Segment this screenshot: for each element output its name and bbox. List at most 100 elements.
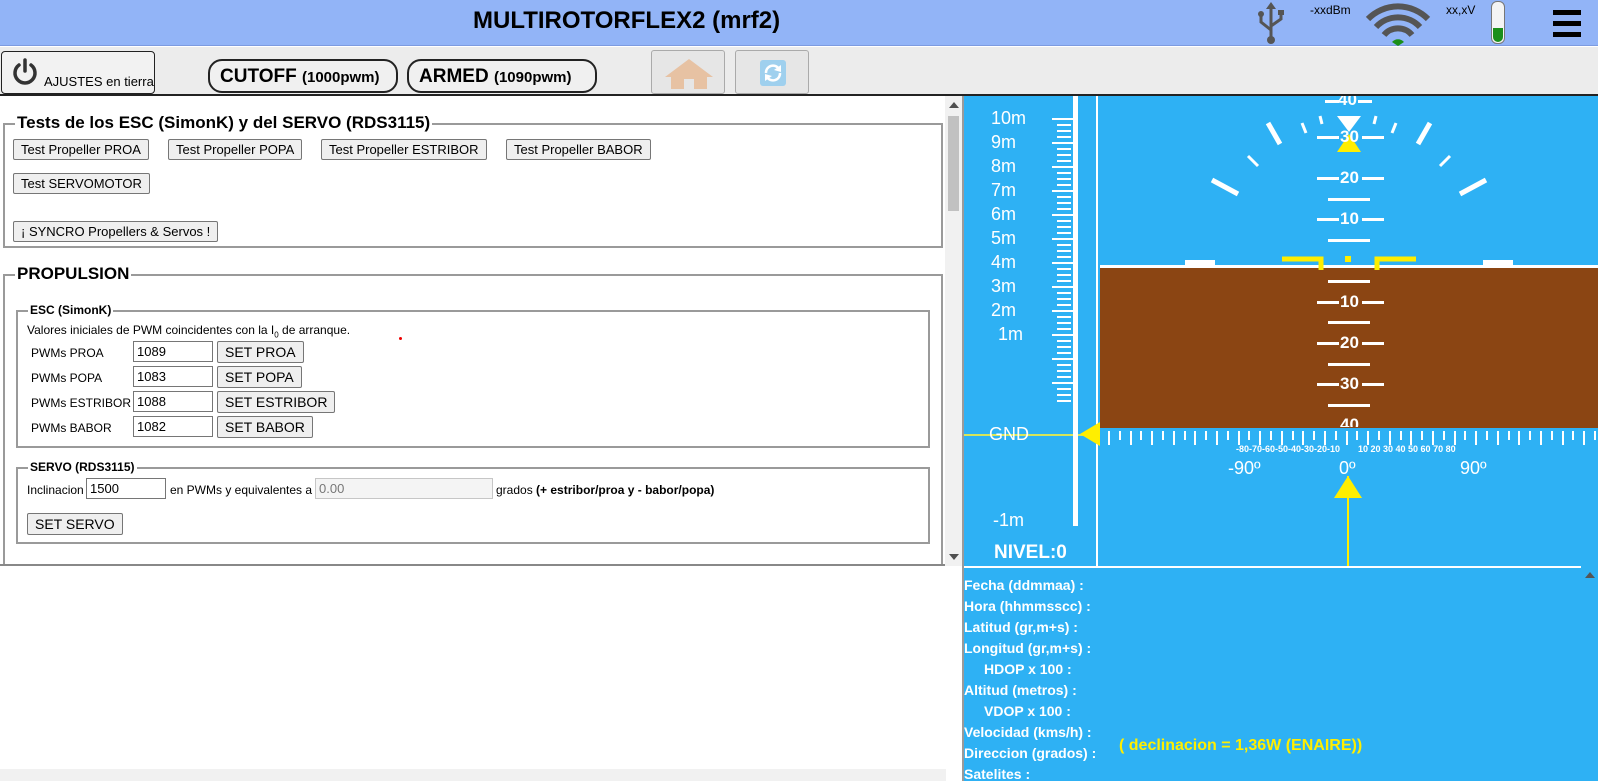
toolbar: AJUSTES en tierra CUTOFF (1000pwm) ARMED…	[0, 47, 1598, 96]
menu-icon[interactable]	[1553, 10, 1581, 40]
roll-tick	[1486, 431, 1488, 440]
pwm-babor-input[interactable]: 1082	[133, 416, 213, 437]
altimeter-tick	[1052, 262, 1073, 264]
test-popa-button[interactable]: Test Propeller POPA	[168, 139, 303, 160]
power-icon	[13, 58, 37, 85]
set-proa-button[interactable]: SET PROA	[217, 341, 304, 363]
pwm-estribor-input[interactable]: 1088	[133, 391, 213, 412]
test-servomotor-button[interactable]: Test SERVOMOTOR	[13, 173, 150, 194]
pwm-proa-input[interactable]: 1089	[133, 341, 213, 362]
inclinacion-input[interactable]: 1500	[86, 478, 166, 499]
right-scrollbar[interactable]	[1581, 566, 1598, 781]
grados-label: grados (+ estribor/proa y - babor/popa)	[496, 483, 715, 497]
refresh-button[interactable]	[735, 50, 809, 94]
roll-tick	[1550, 431, 1553, 440]
altimeter-tick	[1057, 178, 1071, 180]
armed-button[interactable]: ARMED (1090pwm)	[407, 59, 597, 93]
set-servo-button[interactable]: SET SERVO	[27, 513, 123, 535]
roll-tick	[1540, 431, 1542, 445]
test-estribor-button[interactable]: Test Propeller ESTRIBOR	[321, 139, 487, 160]
home-button[interactable]	[651, 50, 725, 94]
header-bar: MULTIROTORFLEX2 (mrf2) -xxdBm xx,xV	[0, 0, 1598, 46]
altimeter-tick	[1057, 160, 1071, 162]
roll-tick	[1507, 431, 1510, 440]
pwm-popa-input[interactable]: 1083	[133, 366, 213, 387]
pitch-line	[1362, 301, 1384, 304]
armed-label: ARMED	[419, 66, 489, 87]
red-dot	[399, 337, 402, 340]
pitch-line	[1325, 100, 1339, 103]
propulsion-legend: PROPULSION	[15, 264, 132, 284]
settings-panel: Tests de los ESC (SimonK) y del SERVO (R…	[0, 96, 958, 566]
esc-description: Valores iniciales de PWM coincidentes co…	[27, 323, 351, 340]
pitch-line	[1328, 363, 1370, 366]
pitch-line	[1358, 100, 1372, 103]
pitch-line	[1317, 177, 1339, 180]
altimeter-tick	[1057, 124, 1071, 126]
roll-tick	[1129, 431, 1132, 445]
refresh-icon	[760, 60, 786, 86]
pitch-label-40: 40	[1338, 96, 1357, 109]
cutoff-label: CUTOFF	[220, 66, 297, 87]
roll-scale	[1100, 431, 1598, 451]
pitch-line	[1362, 218, 1384, 221]
roll-tick	[1410, 431, 1413, 445]
altimeter-tick	[1052, 118, 1073, 120]
altimeter-tick	[1057, 172, 1071, 174]
pitch-label-10-up: 10	[1340, 209, 1359, 228]
gps-longitud: Longitud (gr,m+s) :	[964, 640, 1092, 656]
roll-tick	[1259, 431, 1262, 445]
cutoff-value: (1000pwm)	[301, 69, 380, 86]
gps-panel: Fecha (ddmmaa) : Hora (hhmmsscc) : Latit…	[964, 566, 1598, 782]
alt-label-1m: 1m	[998, 324, 1024, 344]
pitch-line	[1328, 404, 1370, 407]
altimeter-tick	[1057, 250, 1071, 252]
altimeter-tick	[1057, 148, 1071, 150]
altimeter-bar	[1073, 96, 1078, 526]
roll-tick	[1453, 431, 1456, 445]
set-estribor-button[interactable]: SET ESTRIBOR	[217, 391, 336, 413]
pitch-line	[1328, 280, 1370, 283]
test-babor-button[interactable]: Test Propeller BABOR	[506, 139, 651, 160]
scroll-down-arrow-icon[interactable]	[949, 554, 959, 560]
scroll-thumb[interactable]	[948, 116, 959, 211]
gps-altitud: Altitud (metros) :	[964, 682, 1077, 698]
set-popa-button[interactable]: SET POPA	[217, 366, 302, 388]
ajustes-button[interactable]: AJUSTES en tierra	[1, 51, 155, 94]
set-babor-button[interactable]: SET BABOR	[217, 416, 313, 438]
altimeter-tick	[1057, 208, 1071, 210]
pitch-line	[1328, 239, 1370, 242]
pitch-line	[1362, 136, 1384, 139]
left-scrollbar[interactable]	[945, 96, 962, 566]
altimeter-tick	[1052, 166, 1073, 168]
altimeter-tick	[1052, 310, 1073, 312]
altimeter-tick	[1057, 388, 1071, 390]
roll-tick	[1205, 431, 1208, 440]
altimeter-tick	[1057, 232, 1071, 234]
armed-value: (1090pwm)	[493, 69, 572, 86]
syncro-button[interactable]: ¡ SYNCRO Propellers & Servos !	[13, 221, 219, 242]
horizontal-scrollbar[interactable]	[0, 769, 946, 781]
roll-tick	[1313, 431, 1316, 440]
alt-label-7m: 7m	[991, 180, 1017, 200]
roll-tick	[1140, 431, 1143, 440]
altimeter: 10m 9m 8m 7m 6m 5m 4m 3m 2m 1m GND -1m N…	[964, 96, 1100, 566]
roll-tick	[1118, 431, 1121, 440]
pitch-line	[1317, 342, 1339, 345]
roll-tick	[1496, 431, 1499, 445]
test-proa-button[interactable]: Test Propeller PROA	[13, 139, 149, 160]
gps-velocidad: Velocidad (kms/h) :	[964, 724, 1092, 740]
altimeter-tick	[1057, 256, 1071, 258]
altimeter-tick	[1057, 400, 1071, 402]
altimeter-tick	[1057, 136, 1071, 138]
altimeter-tick	[1057, 346, 1071, 348]
scroll-up-arrow-icon[interactable]	[1585, 572, 1595, 578]
cutoff-button[interactable]: CUTOFF (1000pwm)	[208, 59, 398, 93]
roll-pointer-icon	[1334, 476, 1362, 498]
roll-tick	[1108, 431, 1110, 445]
roll-tick	[1475, 431, 1478, 445]
roll-tick	[1302, 431, 1305, 445]
scroll-up-arrow-icon[interactable]	[949, 102, 959, 108]
altimeter-tick	[1057, 196, 1071, 198]
roll-small-left: -80-70-60-50-40-30-20-10	[1236, 444, 1341, 454]
